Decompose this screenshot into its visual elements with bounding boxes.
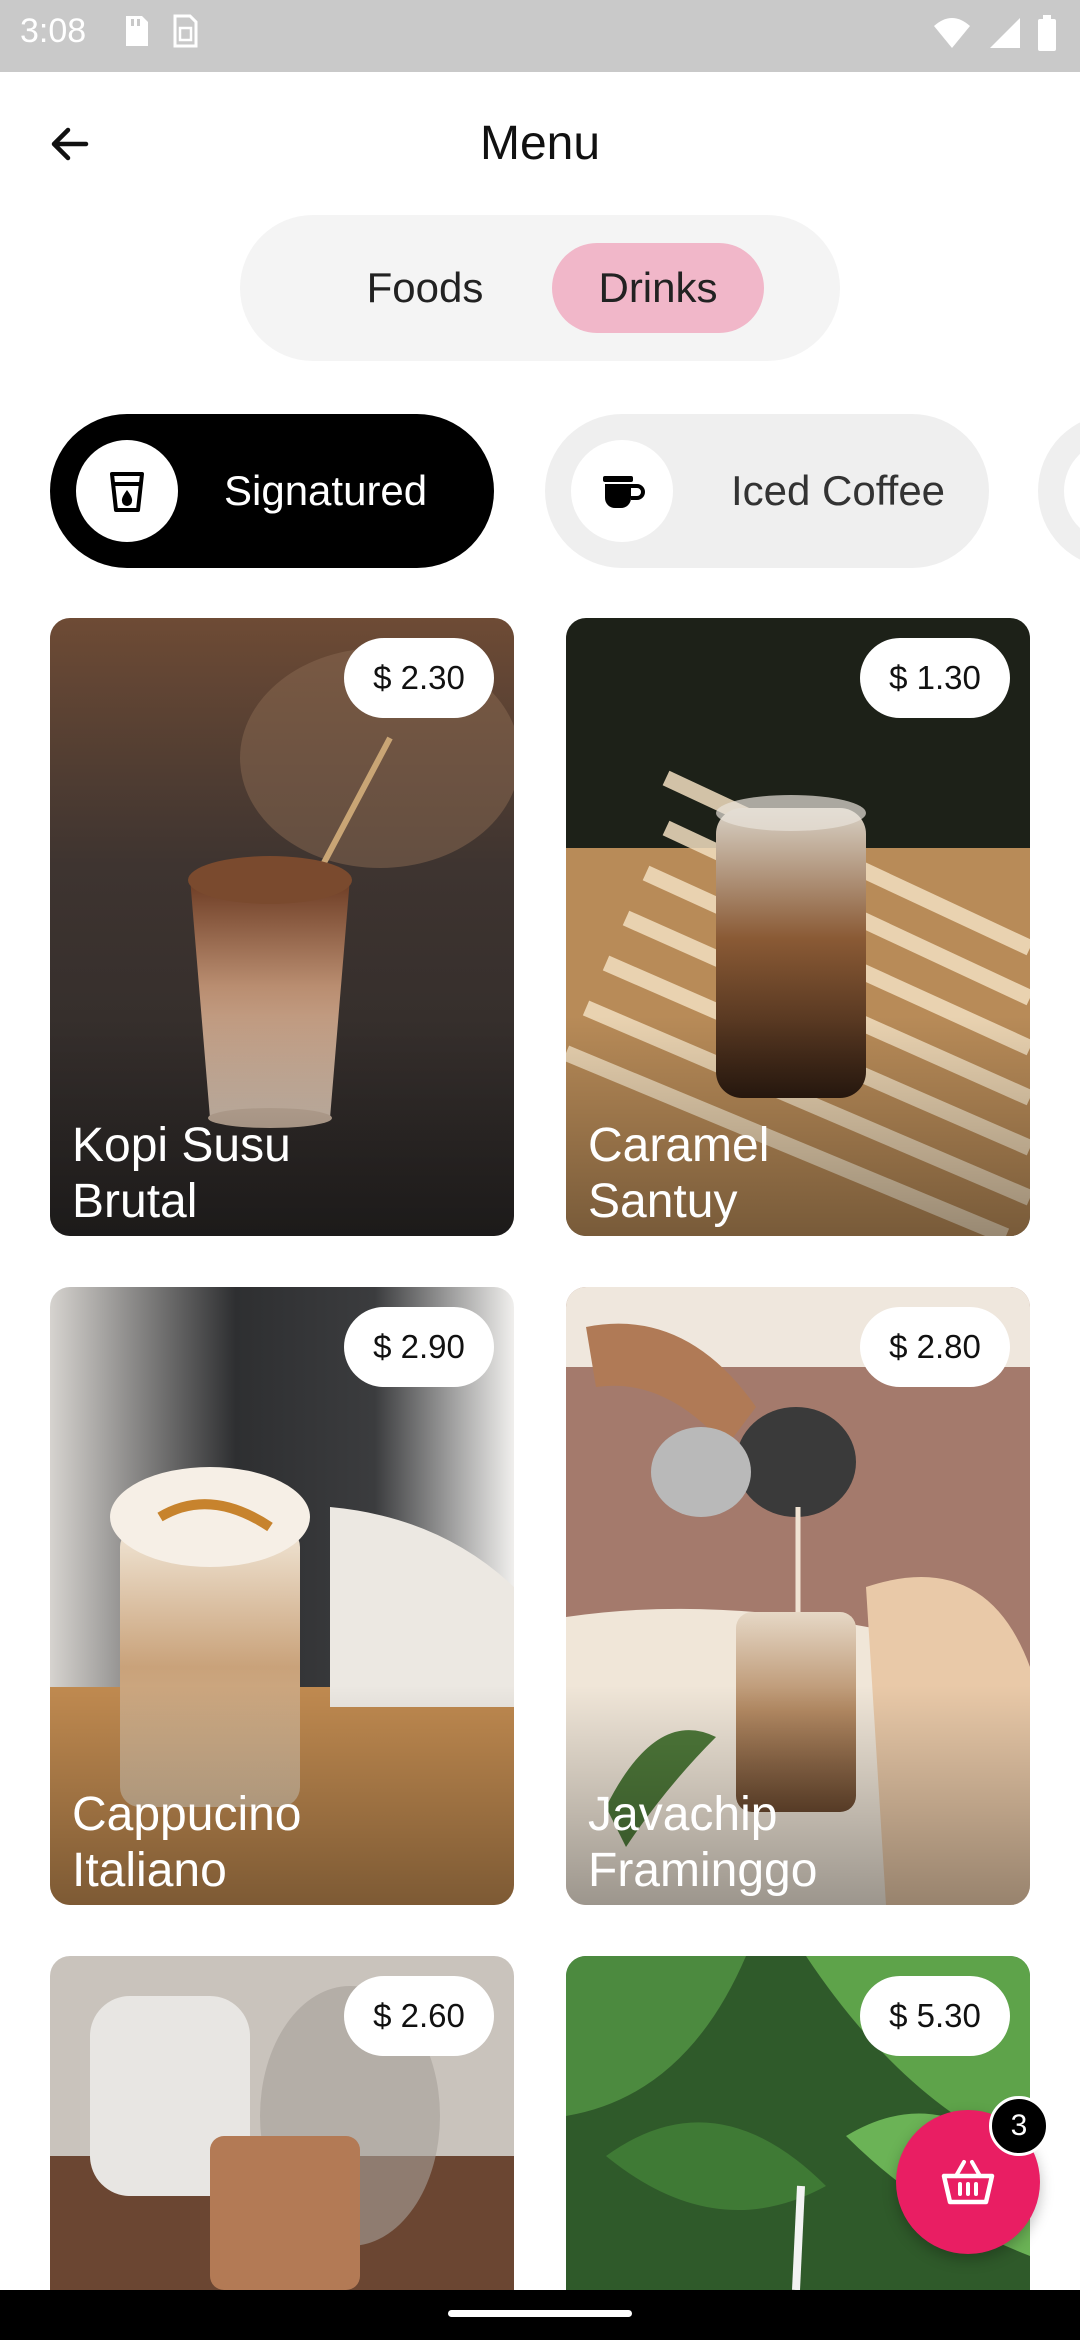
price-badge: $ 1.30 [860,638,1010,718]
price-badge: $ 2.80 [860,1307,1010,1387]
tab-foods[interactable]: Foods [332,243,518,333]
cup-drop-icon [76,440,178,542]
coffee-icon [1064,440,1080,542]
tab-drinks[interactable]: Drinks [552,243,764,333]
product-card[interactable]: $ 2.90 Cappucino Italiano [50,1287,514,1905]
category-chip-iced-coffee[interactable]: Iced Coffee [545,414,989,568]
home-gesture-handle[interactable] [448,2310,632,2317]
price-badge: $ 2.60 [344,1976,494,2056]
page-title: Menu [479,117,601,170]
category-chip-signatured[interactable]: Signatured [50,414,494,568]
wifi-icon [934,18,970,48]
product-card[interactable]: $ 2.30 Kopi Susu Brutal [50,618,514,1236]
sd-card-icon [126,16,148,46]
status-icons-right [932,14,1058,52]
sim-icon [173,14,198,48]
product-card[interactable]: $ 2.80 Javachip Framinggo [566,1287,1030,1905]
product-name: Kopi Susu Brutal [72,1119,291,1228]
status-time: 3:08 [20,12,87,50]
product-name: Caramel Santuy [588,1119,770,1228]
system-nav-bar [0,2290,1080,2340]
product-name: Javachip Framinggo [588,1788,818,1897]
cart-count-badge: 3 [989,2096,1049,2156]
chip-label: Iced Coffee [731,467,946,514]
battery-icon [1038,15,1056,51]
category-chip-more[interactable] [1038,414,1080,568]
product-card[interactable]: $ 1.30 Caramel Santuy [566,618,1030,1236]
menu-type-toggle: Foods Drinks [240,215,840,361]
status-bar: 3:08 [0,0,1080,72]
price-badge: $ 2.30 [344,638,494,718]
category-chips: Signatured Iced Coffee [0,414,1080,568]
signal-icon [990,18,1020,48]
price-badge: $ 5.30 [860,1976,1010,2056]
product-name: Cappucino Italiano [72,1788,302,1897]
chip-label: Signatured [224,467,428,514]
basket-icon [941,2160,995,2205]
product-card[interactable]: $ 2.60 [50,1956,514,2290]
coffee-mug-icon [571,440,673,542]
app-bar: Menu [0,72,1080,216]
status-icons-left [120,14,200,48]
price-badge: $ 2.90 [344,1307,494,1387]
